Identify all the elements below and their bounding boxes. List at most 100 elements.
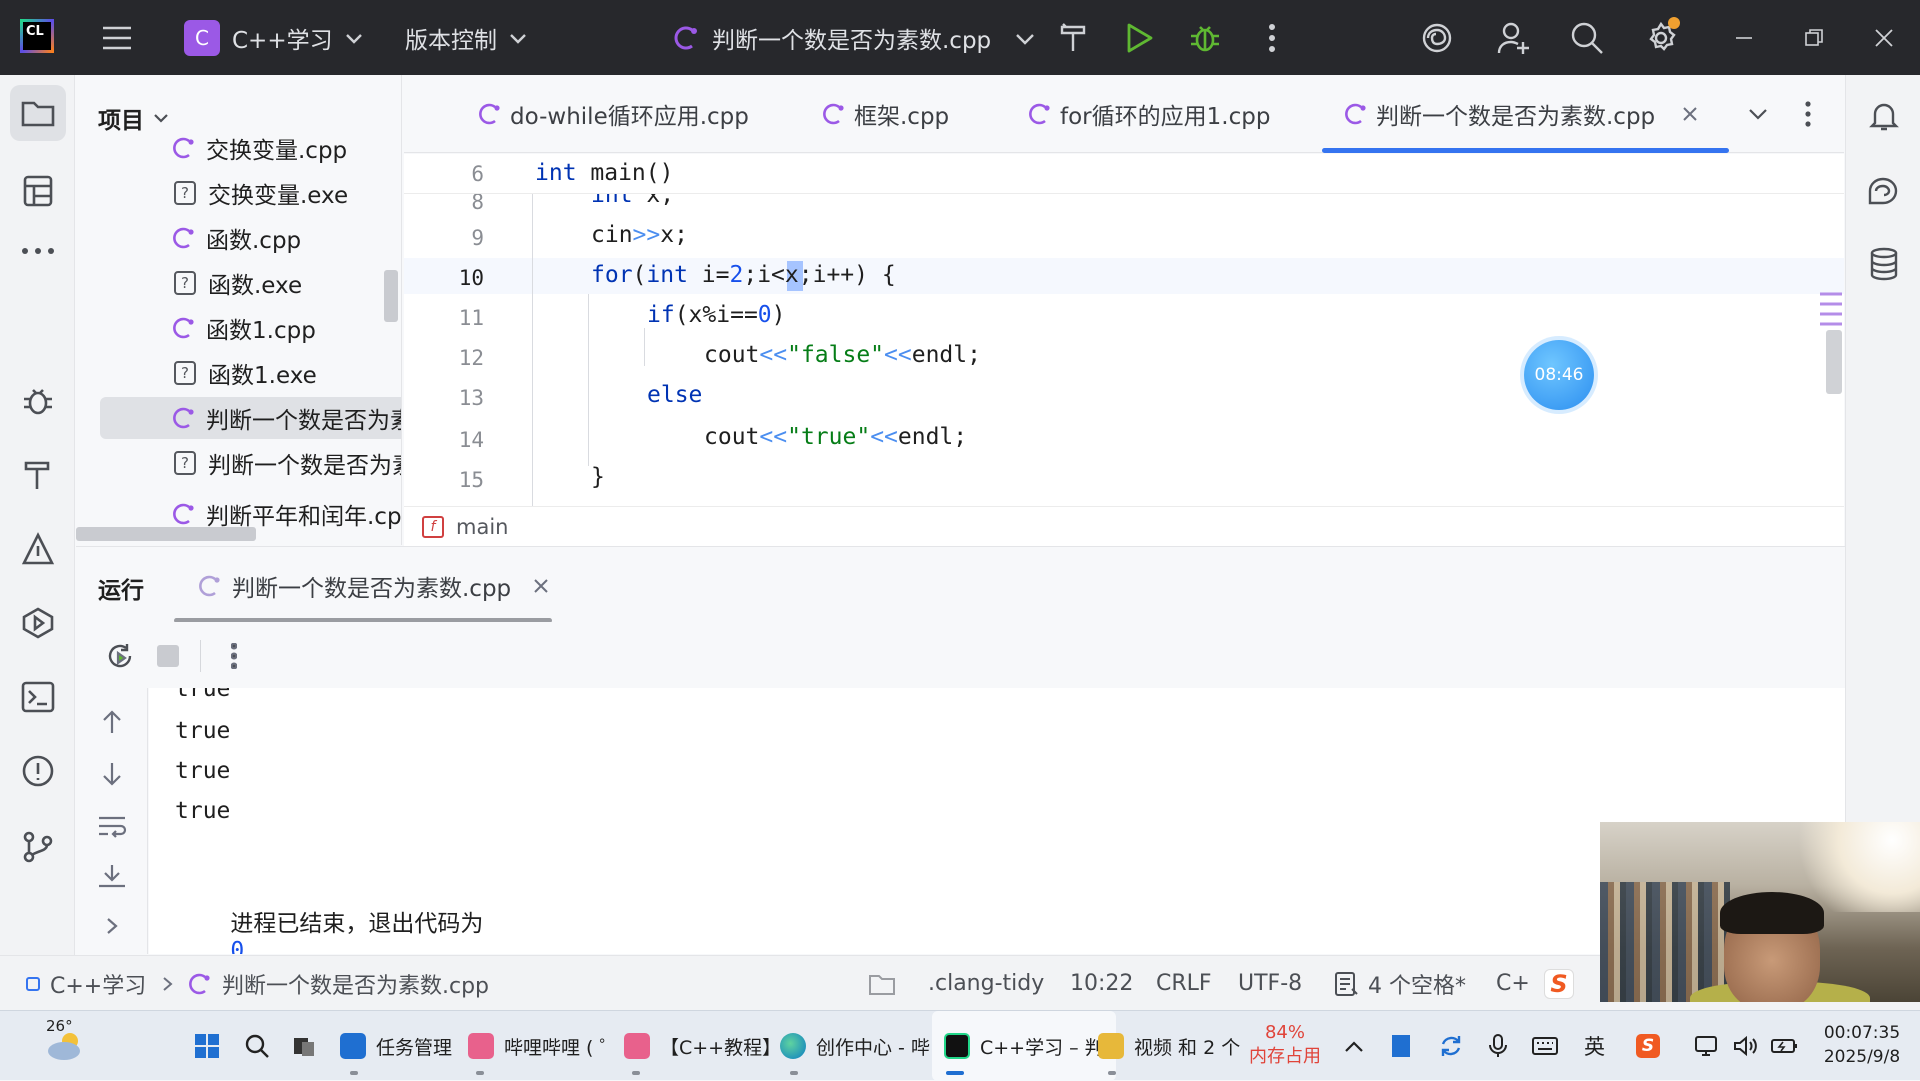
ai-assistant-button[interactable]	[1420, 0, 1454, 75]
taskbar-app-bilibili[interactable]: 哔哩哔哩 ( ゜	[468, 1011, 619, 1081]
tray-battery-icon[interactable]	[1770, 1011, 1800, 1081]
project-tree-item[interactable]: 判断一个数是否为素数.cpp	[100, 397, 401, 439]
project-tree-item[interactable]: ? 交换变量.exe	[100, 172, 401, 214]
scroll-to-end-button[interactable]	[96, 862, 128, 890]
restore-button[interactable]	[1804, 0, 1824, 75]
tray-sogou-icon[interactable]: S	[1636, 1011, 1660, 1081]
memory-usage[interactable]: 84% 内存占用	[1240, 1021, 1330, 1069]
problems-tool-button[interactable]	[10, 743, 66, 799]
task-view-button[interactable]	[292, 1011, 316, 1081]
build-button[interactable]	[1056, 0, 1090, 75]
status-file[interactable]: 判断一个数是否为素数.cpp	[186, 956, 489, 1011]
database-button[interactable]	[1863, 243, 1905, 285]
tray-keyboard-icon[interactable]	[1532, 1011, 1558, 1081]
add-user-button[interactable]	[1496, 0, 1532, 75]
clion-logo-icon[interactable]: CL	[20, 19, 54, 53]
run-tab[interactable]: 判断一个数是否为素数.cpp	[196, 563, 549, 609]
build-tool-button[interactable]	[10, 447, 66, 503]
tab-framework[interactable]: 框架.cpp	[820, 75, 949, 153]
close-tab-icon[interactable]	[1681, 105, 1699, 123]
tray-microphone-icon[interactable]	[1488, 1011, 1508, 1081]
sticky-code-line: int main()	[535, 160, 674, 186]
taskbar-app-cpp-tutorial[interactable]: 【C++教程】	[624, 1011, 781, 1081]
status-encoding[interactable]: UTF-8	[1238, 956, 1302, 1011]
status-indent[interactable]: 4 个空格*	[1334, 956, 1466, 1011]
taskbar-app-clion[interactable]: C++学习 – 判	[932, 1011, 1116, 1081]
run-button[interactable]	[1124, 0, 1154, 75]
taskbar-search-button[interactable]	[244, 1011, 270, 1081]
sogou-ime-icon[interactable]: S	[1544, 956, 1574, 1011]
weather-widget[interactable]: 26°	[44, 1011, 86, 1081]
rerun-button[interactable]	[104, 640, 136, 672]
expand-toolbar-button[interactable]	[100, 914, 124, 938]
cpp-file-icon	[1345, 103, 1366, 125]
tab-do-while[interactable]: do-while循环应用.cpp	[476, 75, 749, 153]
search-button[interactable]	[1570, 0, 1604, 75]
tray-sync-icon[interactable]	[1438, 1011, 1464, 1081]
project-tree-item[interactable]: 函数.cpp	[100, 217, 401, 259]
settings-button[interactable]	[1644, 0, 1680, 75]
scroll-down-button[interactable]	[98, 760, 126, 788]
status-line-ending[interactable]: CRLF	[1156, 956, 1212, 1011]
console-output[interactable]: true true true true 进程已结束，退出代码为 0	[149, 688, 1845, 954]
debug-tool-button[interactable]	[10, 373, 66, 429]
editor-breadcrumb[interactable]: f main	[404, 506, 1844, 546]
restore-icon	[1805, 28, 1823, 46]
tray-ime-indicator[interactable]: 英	[1584, 1011, 1605, 1081]
run-more-button[interactable]	[228, 640, 240, 672]
structure-tool-button[interactable]	[10, 163, 66, 219]
status-folder[interactable]	[868, 956, 896, 1011]
project-scrollbar[interactable]	[384, 270, 398, 322]
notifications-button[interactable]	[1863, 95, 1905, 137]
ai-chat-button[interactable]	[1863, 171, 1905, 213]
terminal-tool-button[interactable]	[10, 669, 66, 725]
project-tree-item[interactable]: 函数1.cpp	[100, 307, 401, 349]
sticky-scope-header[interactable]: 6 int main()	[404, 154, 1844, 194]
debug-button[interactable]	[1188, 0, 1222, 75]
project-tree-item[interactable]: ? 函数1.exe	[100, 352, 401, 394]
close-tab-icon[interactable]	[533, 578, 549, 594]
warning-circle-icon	[22, 755, 54, 787]
tray-volume-icon[interactable]	[1732, 1011, 1760, 1081]
start-button[interactable]	[194, 1011, 220, 1081]
cmake-tool-button[interactable]	[10, 521, 66, 577]
git-tool-button[interactable]	[10, 819, 66, 875]
status-language[interactable]: C+	[1496, 956, 1530, 1011]
taskbar-clock[interactable]: 00:07:35 2025/9/8	[1812, 1021, 1912, 1069]
taskbar-app-edge[interactable]: 创作中心 - 哔	[780, 1011, 930, 1081]
tab-for-loop[interactable]: for循环的应用1.cpp	[1026, 75, 1270, 153]
taskbar-app-explorer[interactable]: 视频 和 2 个	[1098, 1011, 1240, 1081]
status-project[interactable]: C++学习	[26, 956, 190, 1011]
tray-overflow-button[interactable]	[1344, 1011, 1364, 1081]
project-tool-button[interactable]	[10, 85, 66, 141]
project-tree-item[interactable]: 交换变量.cpp	[100, 127, 401, 169]
project-tree-item[interactable]: ? 函数.exe	[100, 262, 401, 304]
tab-prime-check[interactable]: 判断一个数是否为素数.cpp	[1321, 75, 1730, 153]
minimize-button[interactable]	[1734, 0, 1754, 75]
taskbar-app-task-manager[interactable]: 任务管理	[340, 1011, 452, 1081]
main-menu-button[interactable]	[100, 0, 134, 75]
soft-wrap-button[interactable]	[96, 812, 128, 840]
more-actions-button[interactable]	[1268, 0, 1276, 75]
horizontal-scrollbar[interactable]	[76, 527, 256, 541]
code-editor[interactable]: 6 int main() 8 9 10 11 12 13 14 15 int x…	[404, 154, 1844, 506]
editor-scrollbar[interactable]	[1826, 330, 1842, 394]
hamburger-menu-icon	[103, 26, 131, 49]
run-config-selector[interactable]: 判断一个数是否为素数.cpp	[670, 0, 1037, 75]
services-tool-button[interactable]	[10, 595, 66, 651]
status-caret-position[interactable]: 10:22	[1070, 956, 1133, 1011]
status-inspection[interactable]: .clang-tidy	[928, 956, 1044, 1011]
stop-button[interactable]	[156, 644, 180, 668]
more-tools-button[interactable]	[10, 223, 66, 279]
tray-network-icon[interactable]	[1694, 1011, 1722, 1081]
project-switcher[interactable]: C C++学习	[184, 0, 365, 75]
close-window-button[interactable]	[1874, 0, 1894, 75]
vcs-menu[interactable]: 版本控制	[405, 0, 529, 75]
tab-list-button[interactable]	[1746, 75, 1770, 153]
tab-more-button[interactable]	[1804, 75, 1812, 153]
scroll-up-button[interactable]	[98, 708, 126, 736]
bug-icon	[24, 389, 52, 415]
project-tree-item[interactable]: ? 判断一个数是否为素数.exe	[100, 442, 401, 484]
taskbar-app-label: 哔哩哔哩 ( ゜	[504, 1036, 619, 1059]
tray-flag-icon[interactable]	[1392, 1011, 1410, 1081]
